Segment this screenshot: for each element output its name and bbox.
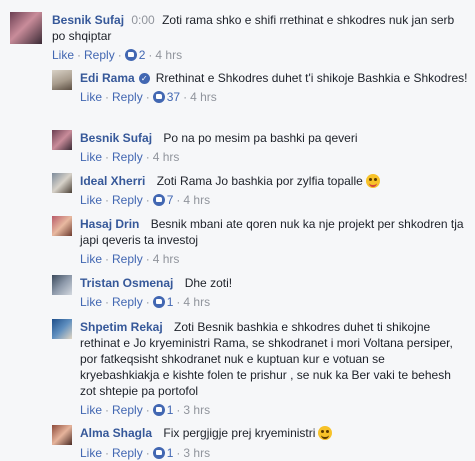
comment-text: Alma Shagla Fix pergjigje prej kryeminis… (80, 425, 470, 441)
like-link[interactable]: Like (80, 193, 102, 207)
avatar[interactable] (52, 319, 72, 339)
avatar[interactable] (52, 216, 72, 236)
reply-comment: Edi Rama ✓ Rrethinat e Shkodres duhet t'i … (52, 70, 472, 124)
reply-comment: Alma Shagla Fix pergjigje prej kryeminis… (52, 425, 472, 460)
comment-body: Dhe zoti! (184, 276, 233, 290)
like-link[interactable]: Like (80, 295, 102, 309)
reply-comment: Tristan Osmenaj Dhe zoti! Like · Reply · 1 · 4… (52, 275, 472, 313)
comment-author[interactable]: Besnik Sufaj (80, 131, 152, 145)
comment-text: Ideal Xherri Zoti Rama Jo bashkia por zy… (80, 173, 470, 189)
like-count[interactable]: 1 (167, 446, 174, 460)
reply-comment: Ideal Xherri Zoti Rama Jo bashkia por zy… (52, 173, 472, 211)
like-link[interactable]: Like (80, 403, 102, 417)
winking-tongue-emoji-icon (365, 174, 380, 188)
like-count[interactable]: 1 (167, 403, 174, 417)
comment-actions: Like · Reply · 2 · 4 hrs (52, 48, 183, 62)
reply-link[interactable]: Reply (112, 252, 143, 266)
avatar[interactable] (52, 425, 72, 445)
like-icon (152, 194, 165, 206)
comment-time[interactable]: 3 hrs (183, 446, 210, 460)
comment-time[interactable]: 4 hrs (153, 150, 180, 164)
like-icon (152, 447, 165, 459)
comment-time[interactable]: 3 hrs (183, 403, 210, 417)
comment-actions: Like · Reply · 1 · 3 hrs (80, 446, 211, 460)
comment-author[interactable]: Tristan Osmenaj (80, 276, 173, 290)
like-link[interactable]: Like (80, 150, 102, 164)
avatar[interactable] (52, 70, 72, 90)
reply-link[interactable]: Reply (112, 90, 143, 104)
reply-link[interactable]: Reply (112, 193, 143, 207)
avatar[interactable] (52, 130, 72, 150)
like-icon (152, 296, 165, 308)
reply-link[interactable]: Reply (112, 446, 143, 460)
comment-time[interactable]: 4 hrs (153, 252, 180, 266)
comment-actions: Like · Reply · 37 · 4 hrs (80, 90, 217, 104)
like-icon (124, 49, 137, 61)
comment-actions: Like · Reply · 4 hrs (80, 150, 180, 164)
comment-actions: Like · Reply · 7 · 4 hrs (80, 193, 211, 207)
comment-text: Shpetim Rekaj Zoti Besnik bashkia e shko… (80, 319, 462, 399)
reply-link[interactable]: Reply (112, 403, 143, 417)
comment-time[interactable]: 4 hrs (155, 48, 182, 62)
comment-time[interactable]: 4 hrs (190, 90, 217, 104)
comment-text: Edi Rama ✓ Rrethinat e Shkodres duhet t'i … (80, 70, 470, 86)
comment-actions: Like · Reply · 1 · 4 hrs (80, 295, 211, 309)
smiling-emoji-icon (318, 426, 333, 440)
comment-author[interactable]: Edi Rama (80, 71, 135, 85)
comment-author[interactable]: Besnik Sufaj (52, 13, 124, 27)
comment-text: Hasaj Drin Besnik mbani ate qoren nuk ka… (80, 216, 470, 248)
like-count[interactable]: 1 (167, 295, 174, 309)
like-count[interactable]: 2 (139, 48, 146, 62)
avatar[interactable] (52, 275, 72, 295)
comment-body: Po na po mesim pa bashki pa qeveri (163, 131, 358, 145)
verified-badge-icon: ✓ (138, 73, 150, 84)
comment-body: Zoti Rama Jo bashkia por zylfia topalle (156, 174, 363, 188)
like-count[interactable]: 37 (167, 90, 180, 104)
reply-comment: Besnik Sufaj Po na po mesim pa bashki pa… (52, 130, 472, 168)
reply-comment: Shpetim Rekaj Zoti Besnik bashkia e shko… (52, 319, 472, 421)
reply-link[interactable]: Reply (112, 150, 143, 164)
comment-inline-timestamp: 0:00 (131, 13, 155, 27)
like-link[interactable]: Like (80, 446, 102, 460)
like-icon (152, 404, 165, 416)
comment-body: Fix pergjigje prej kryeministri (163, 426, 316, 440)
comment-time[interactable]: 4 hrs (183, 193, 210, 207)
like-count[interactable]: 7 (167, 193, 174, 207)
like-link[interactable]: Like (80, 252, 102, 266)
comment-actions: Like · Reply · 1 · 3 hrs (80, 403, 211, 417)
comment-text: Besnik Sufaj 0:00 Zoti rama shko e shifi… (52, 12, 470, 44)
avatar[interactable] (52, 173, 72, 193)
comment-author[interactable]: Alma Shagla (80, 426, 152, 440)
reply-comment: Hasaj Drin Besnik mbani ate qoren nuk ka… (52, 216, 472, 270)
avatar[interactable] (10, 12, 42, 44)
comment-time[interactable]: 4 hrs (183, 295, 210, 309)
reply-link[interactable]: Reply (84, 48, 115, 62)
like-icon (152, 91, 165, 103)
reply-link[interactable]: Reply (112, 295, 143, 309)
like-link[interactable]: Like (52, 48, 74, 62)
comment: Besnik Sufaj 0:00 Zoti rama shko e shifi… (10, 12, 470, 68)
comment-author[interactable]: Hasaj Drin (80, 217, 139, 231)
comment-body: Rrethinat e Shkodres duhet t'i shikoje B… (155, 71, 468, 85)
comment-actions: Like · Reply · 4 hrs (80, 252, 180, 266)
comment-author[interactable]: Shpetim Rekaj (80, 320, 163, 334)
comment-author[interactable]: Ideal Xherri (80, 174, 145, 188)
like-link[interactable]: Like (80, 90, 102, 104)
comment-text: Besnik Sufaj Po na po mesim pa bashki pa… (80, 130, 470, 146)
comment-text: Tristan Osmenaj Dhe zoti! (80, 275, 470, 291)
